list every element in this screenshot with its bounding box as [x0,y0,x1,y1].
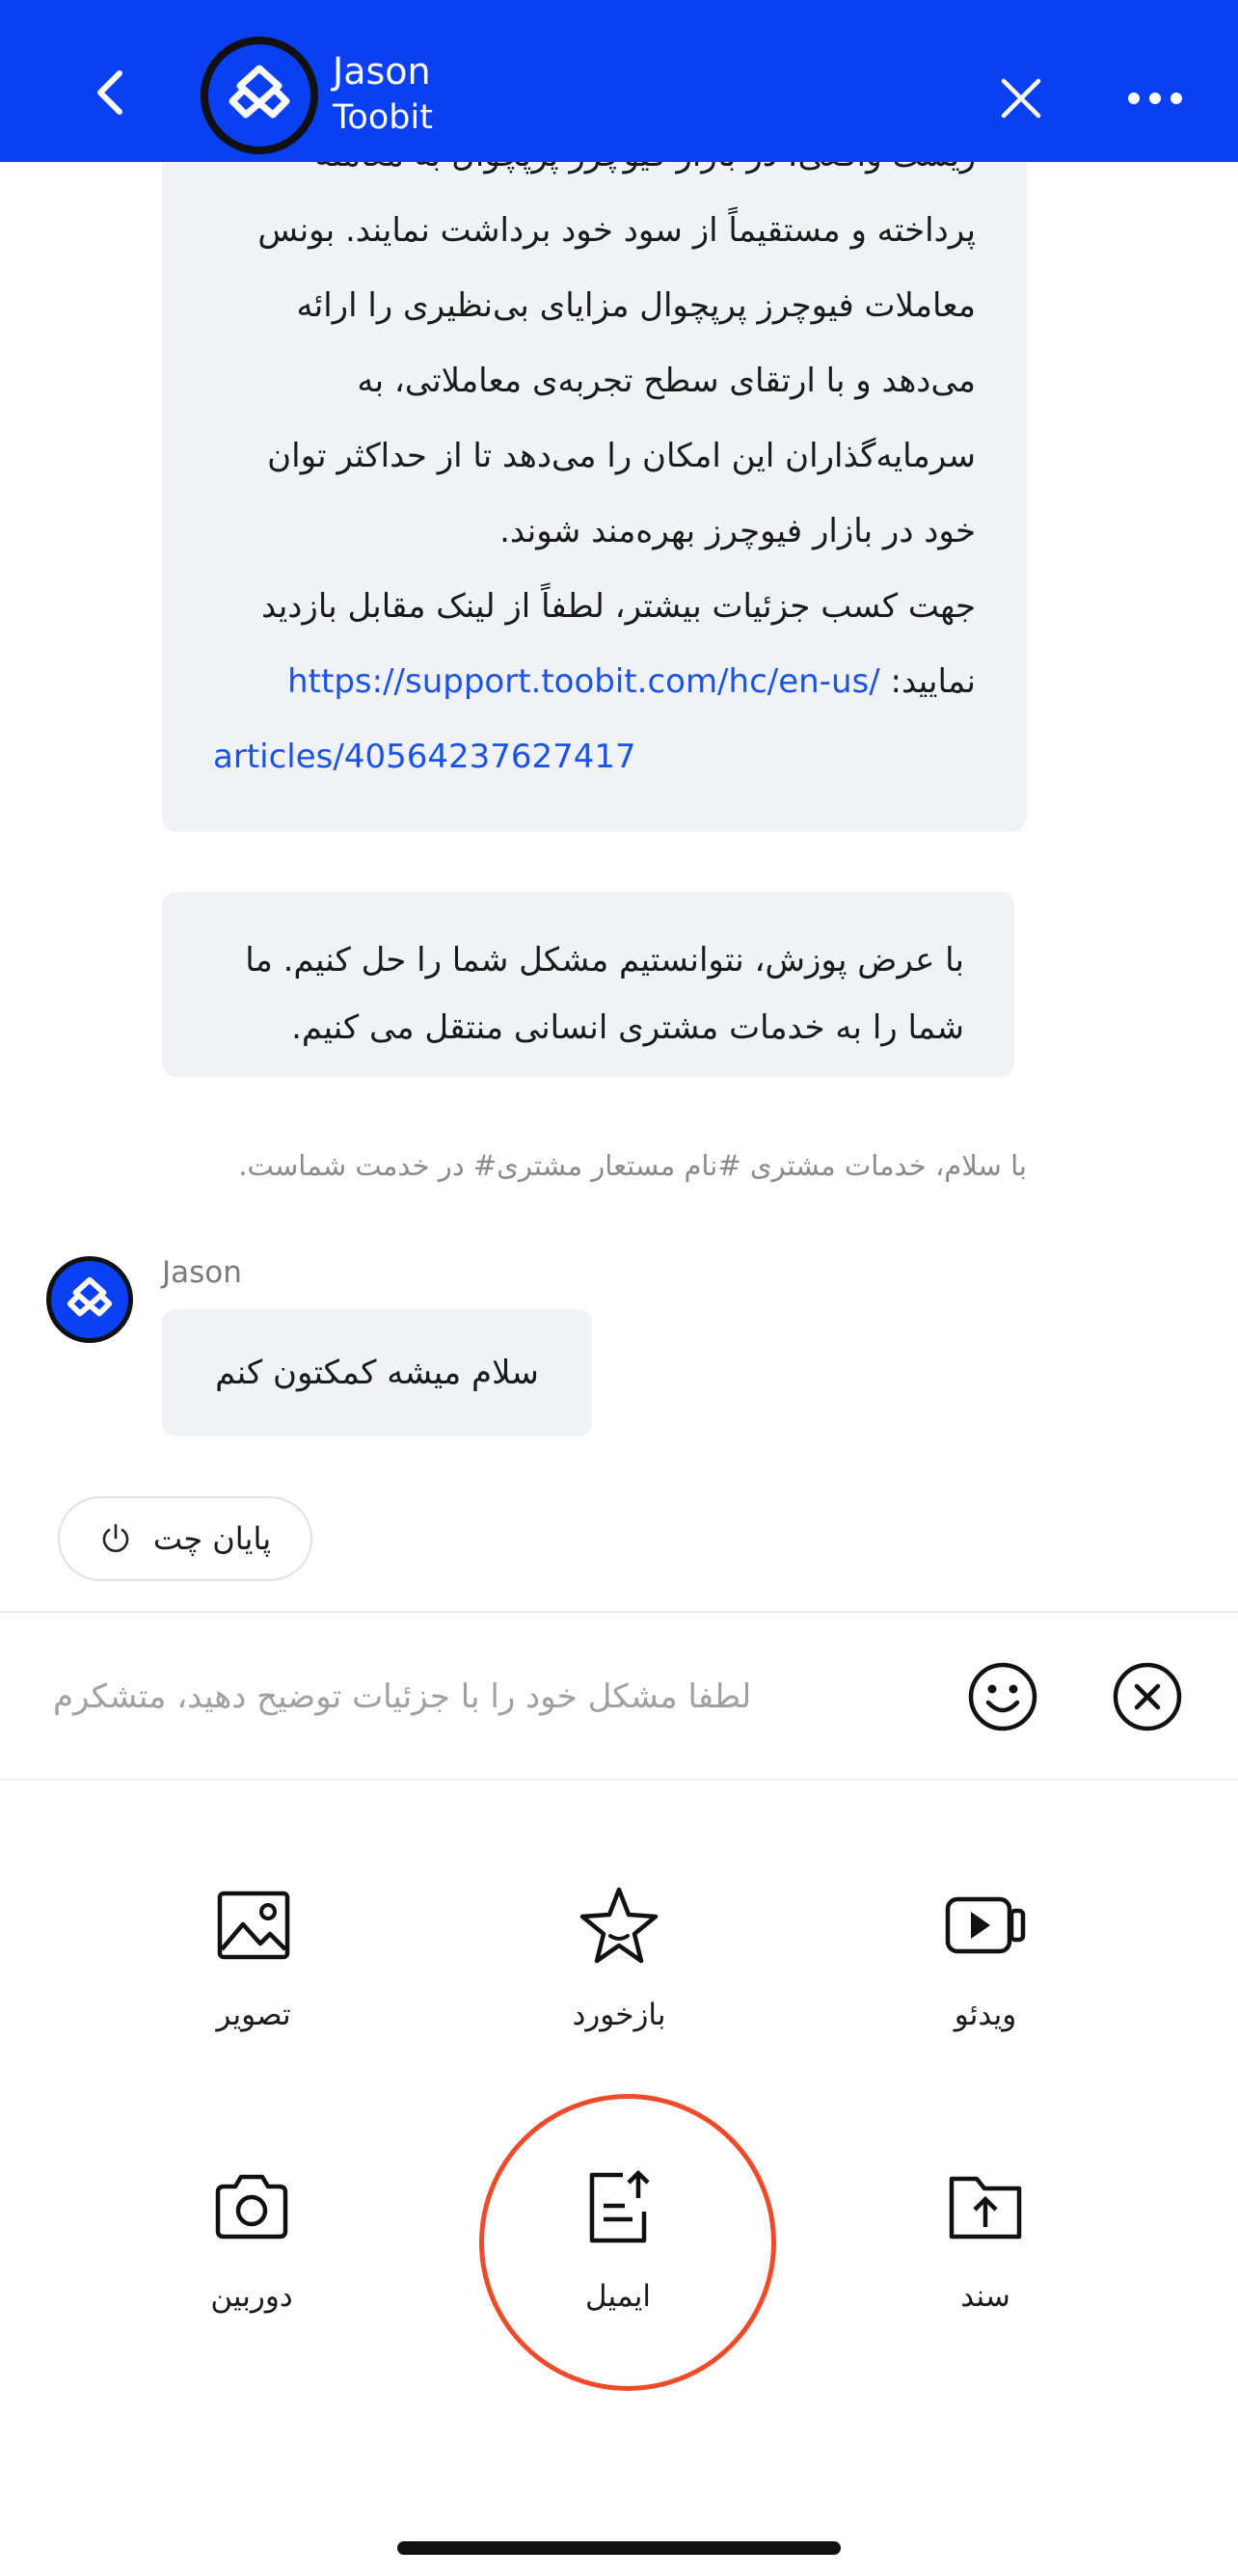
clear-input-icon[interactable] [1111,1660,1184,1733]
attach-label: سند [960,2279,1010,2314]
sender-name: Jason [162,1255,242,1290]
camera-button[interactable]: دوربین [146,2163,358,2314]
attach-label: ویدئو [954,1998,1017,2032]
attach-label: تصویر [216,1998,291,2032]
bot-message: ریسک واقعی، در بازار فیوچرز پرپچوال به م… [162,125,1027,832]
message-line: پرداخته و مستقیماً از سود خود برداشت نما… [257,211,976,250]
feedback-button[interactable]: بازخورد [513,1882,725,2032]
attach-label: بازخورد [572,1998,666,2032]
bot-message: با عرض پوزش، نتوانستیم مشکل شما را حل کن… [162,892,1014,1077]
support-link[interactable]: https://support.toobit.com/hc/en-us/ [287,662,880,701]
toobit-logo-icon [229,65,290,119]
divider [0,1611,1238,1613]
message-line: معاملات فیوچرز پرپچوال مزایای بی‌نظیری ر… [296,286,976,325]
attach-video-button[interactable]: ویدئو [879,1882,1091,2032]
message-line: با عرض پوزش، نتوانستیم مشکل شما را حل کن… [245,941,964,979]
message-input[interactable] [53,1663,805,1731]
agent-avatar [201,37,318,154]
message-line: می‌دهد و با ارتقای سطح تجربه‌ی معاملاتی،… [357,362,976,400]
end-chat-button[interactable]: پایان چت [58,1496,312,1581]
home-indicator[interactable] [397,2541,841,2555]
attach-image-button[interactable]: تصویر [148,1882,360,2032]
video-icon [945,1896,1026,1954]
image-icon [217,1891,290,1960]
camera-icon [215,2174,288,2240]
chat-header: Jason Toobit [0,0,1238,162]
message-line: خود در بازار فیوچرز بهره‌مند شوند. [499,512,976,550]
toobit-logo-icon [67,1276,113,1317]
message-line: articles/40564237627417 [213,719,976,794]
agent-subtitle: Toobit [333,98,433,137]
message-line: جهت کسب جزئیات بیشتر، لطفاً از لینک مقاب… [260,587,976,626]
message-line: نمایید: https://support.toobit.com/hc/en… [213,644,976,719]
emoji-icon[interactable] [966,1660,1039,1733]
power-icon [102,1523,129,1552]
agent-message: سلام میشه کمکتون کنم [162,1309,592,1436]
agent-name: Jason [333,50,431,93]
message-line: شما را به خدمات مشتری انسانی منتقل می کن… [291,1008,964,1047]
more-options-icon[interactable] [1126,89,1184,108]
agent-avatar-small [46,1256,133,1343]
end-chat-label: پایان چت [152,1520,272,1557]
divider [0,1779,1238,1781]
message-line: سرمایه‌گذاران این امکان را می‌دهد تا از … [267,437,976,475]
close-icon[interactable] [998,75,1044,121]
support-link-continued[interactable]: articles/40564237627417 [213,738,636,776]
system-message: با سلام، خدمات مشتری #نام مستعار مشتری# … [238,1149,1027,1182]
attach-label: دوربین [210,2279,293,2314]
folder-upload-icon [949,2176,1022,2240]
link-prefix: نمایید: [890,662,976,701]
back-icon[interactable] [83,64,141,121]
star-icon [579,1887,659,1964]
document-button[interactable]: سند [879,2163,1091,2314]
highlight-ring [479,2094,776,2391]
